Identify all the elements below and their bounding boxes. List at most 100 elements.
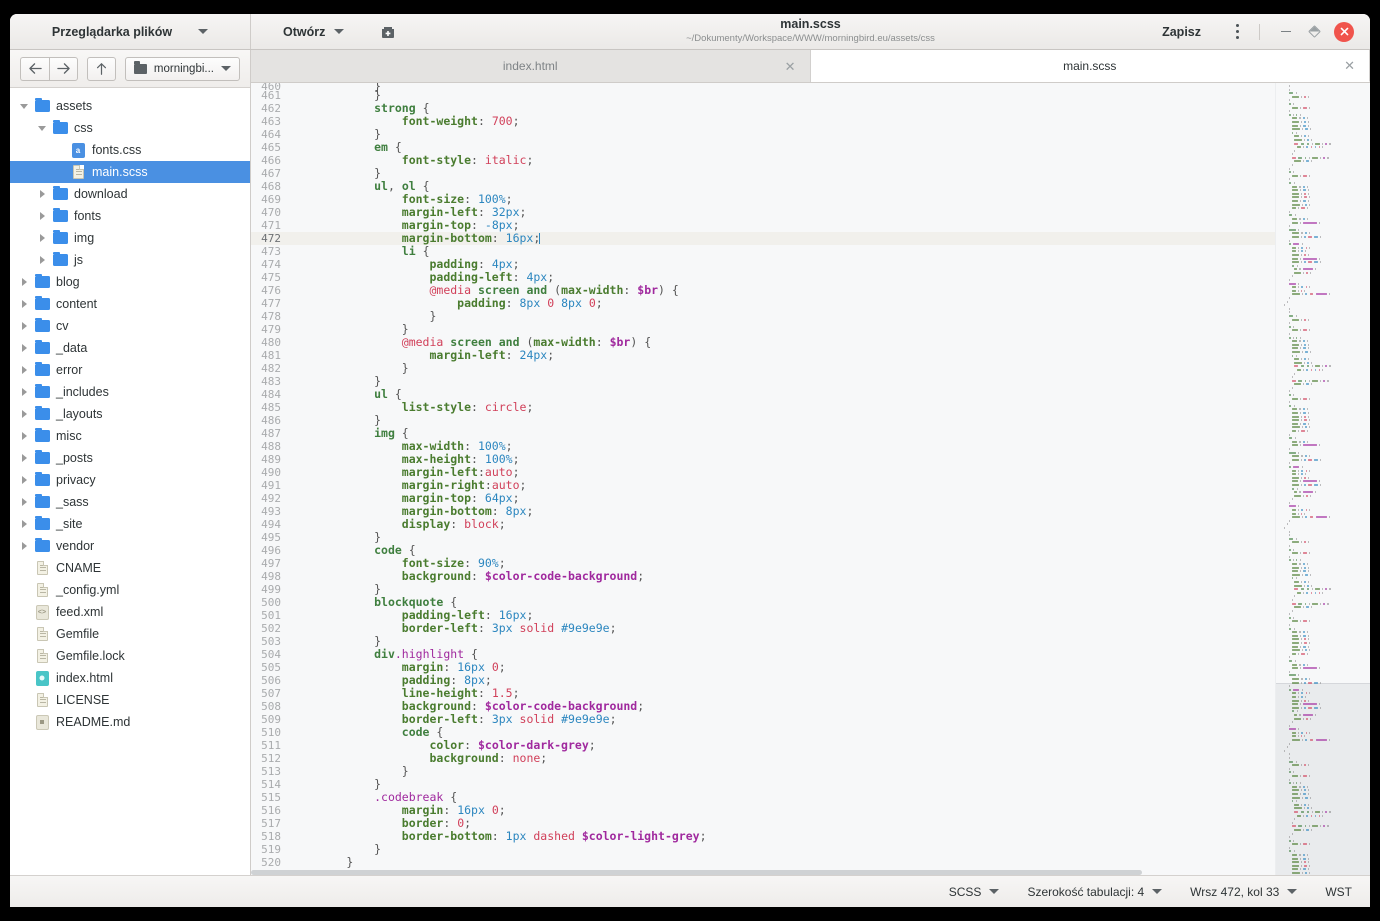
disclosure-triangle-icon[interactable] bbox=[16, 344, 32, 352]
file-tree-item[interactable]: <>feed.xml bbox=[10, 601, 250, 623]
folder-icon bbox=[35, 518, 50, 530]
disclosure-triangle-icon[interactable] bbox=[34, 126, 50, 131]
disclosure-triangle-icon[interactable] bbox=[34, 212, 50, 220]
file-tree-item[interactable]: index.html bbox=[10, 667, 250, 689]
file-tree-item[interactable]: vendor bbox=[10, 535, 250, 557]
folder-icon bbox=[35, 276, 50, 288]
minimap-line bbox=[1282, 290, 1368, 292]
minimap-line bbox=[1282, 311, 1368, 313]
file-tree-item[interactable]: _layouts bbox=[10, 403, 250, 425]
open-button[interactable]: Otwórz bbox=[275, 21, 352, 43]
maximize-icon[interactable] bbox=[1300, 18, 1328, 46]
disclosure-triangle-icon[interactable] bbox=[16, 410, 32, 418]
code-line: 482 } bbox=[251, 362, 1275, 375]
minimap[interactable] bbox=[1275, 83, 1370, 875]
file-tree-item[interactable]: _sass bbox=[10, 491, 250, 513]
minimap-line bbox=[1282, 247, 1368, 249]
language-selector[interactable]: SCSS bbox=[935, 885, 1014, 899]
code-scroll-region[interactable]: 460 }461 }462 strong {463 font-weight: 7… bbox=[251, 83, 1275, 875]
minimap-line bbox=[1282, 735, 1368, 737]
file-tree-item[interactable]: content bbox=[10, 293, 250, 315]
file-tree[interactable]: assetscssafonts.cssmain.scssdownloadfont… bbox=[10, 88, 250, 875]
titlebar-main: Otwórz main.scss ~/Dokumenty/Workspace/W… bbox=[251, 14, 1370, 49]
tab-width-selector[interactable]: Szerokość tabulacji: 4 bbox=[1013, 885, 1176, 899]
chevron-down-icon[interactable] bbox=[198, 29, 208, 34]
file-tree-item[interactable]: css bbox=[10, 117, 250, 139]
editor-tab[interactable]: index.html✕ bbox=[251, 50, 811, 82]
file-tree-item[interactable]: Gemfile bbox=[10, 623, 250, 645]
file-tree-item[interactable]: assets bbox=[10, 95, 250, 117]
file-tree-item[interactable]: error bbox=[10, 359, 250, 381]
file-tree-item[interactable]: _data bbox=[10, 337, 250, 359]
horizontal-scrollbar[interactable] bbox=[251, 870, 1179, 875]
code-content[interactable]: 460 }461 }462 strong {463 font-weight: 7… bbox=[251, 83, 1275, 875]
path-dropdown[interactable]: morningbi... bbox=[125, 57, 240, 81]
disclosure-triangle-icon[interactable] bbox=[16, 278, 32, 286]
file-tree-item[interactable]: _config.yml bbox=[10, 579, 250, 601]
file-tree-item[interactable]: _posts bbox=[10, 447, 250, 469]
close-icon[interactable]: ✕ bbox=[785, 60, 796, 73]
disclosure-triangle-icon[interactable] bbox=[16, 300, 32, 308]
minimap-line bbox=[1282, 365, 1368, 367]
minimize-icon[interactable] bbox=[1272, 18, 1300, 46]
disclosure-triangle-icon[interactable] bbox=[16, 388, 32, 396]
minimap-line bbox=[1282, 498, 1368, 500]
file-tree-item[interactable]: img bbox=[10, 227, 250, 249]
arrow-up-icon[interactable] bbox=[87, 57, 116, 81]
disclosure-triangle-icon[interactable] bbox=[34, 190, 50, 198]
minimap-line bbox=[1282, 308, 1368, 310]
file-tree-item[interactable]: privacy bbox=[10, 469, 250, 491]
line-number: 508 bbox=[251, 700, 291, 713]
divider bbox=[1259, 24, 1260, 40]
file-tree-item[interactable]: README.md bbox=[10, 711, 250, 733]
disclosure-triangle-icon[interactable] bbox=[16, 520, 32, 528]
line-number: 509 bbox=[251, 713, 291, 726]
file-tree-item[interactable]: blog bbox=[10, 271, 250, 293]
arrow-right-icon[interactable] bbox=[49, 57, 78, 81]
file-tree-item[interactable]: download bbox=[10, 183, 250, 205]
file-tree-item[interactable]: misc bbox=[10, 425, 250, 447]
file-tree-item[interactable]: LICENSE bbox=[10, 689, 250, 711]
disclosure-triangle-icon[interactable] bbox=[16, 104, 32, 109]
file-tree-item[interactable]: fonts bbox=[10, 205, 250, 227]
new-document-icon[interactable] bbox=[380, 24, 396, 40]
disclosure-triangle-icon[interactable] bbox=[34, 234, 50, 242]
minimap-line bbox=[1282, 362, 1368, 364]
file-tree-item[interactable]: _includes bbox=[10, 381, 250, 403]
disclosure-triangle-icon[interactable] bbox=[16, 454, 32, 462]
disclosure-triangle-icon[interactable] bbox=[16, 432, 32, 440]
file-tree-item[interactable]: _site bbox=[10, 513, 250, 535]
disclosure-triangle-icon[interactable] bbox=[16, 366, 32, 374]
close-icon[interactable] bbox=[1334, 22, 1354, 42]
close-icon[interactable]: ✕ bbox=[1344, 59, 1355, 72]
save-button[interactable]: Zapisz bbox=[1152, 21, 1211, 43]
line-number: 502 bbox=[251, 622, 291, 635]
minimap-line bbox=[1282, 211, 1368, 213]
line-number: 517 bbox=[251, 817, 291, 830]
file-tree-item[interactable]: CNAME bbox=[10, 557, 250, 579]
encoding-label: WST bbox=[1325, 885, 1352, 899]
disclosure-triangle-icon[interactable] bbox=[16, 476, 32, 484]
disclosure-triangle-icon[interactable] bbox=[34, 256, 50, 264]
file-tree-item-label: privacy bbox=[56, 473, 96, 487]
minimap-line bbox=[1282, 757, 1368, 759]
file-tree-item[interactable]: cv bbox=[10, 315, 250, 337]
arrow-left-icon[interactable] bbox=[20, 57, 49, 81]
code-line: 483 } bbox=[251, 375, 1275, 388]
minimap-line bbox=[1282, 764, 1368, 766]
disclosure-triangle-icon[interactable] bbox=[16, 542, 32, 550]
file-tree-item-label: img bbox=[74, 231, 94, 245]
editor-tab[interactable]: main.scss✕ bbox=[811, 50, 1371, 82]
file-tree-item[interactable]: main.scss bbox=[10, 161, 250, 183]
minimap-line bbox=[1282, 732, 1368, 734]
disclosure-triangle-icon[interactable] bbox=[16, 322, 32, 330]
file-tree-item[interactable]: afonts.css bbox=[10, 139, 250, 161]
vertical-dots-icon[interactable] bbox=[1227, 24, 1247, 39]
file-tree-item[interactable]: Gemfile.lock bbox=[10, 645, 250, 667]
encoding-indicator[interactable]: WST bbox=[1311, 885, 1352, 899]
code-line: 518 border-bottom: 1px dashed $color-lig… bbox=[251, 830, 1275, 843]
disclosure-triangle-icon[interactable] bbox=[16, 498, 32, 506]
cursor-position-selector[interactable]: Wrsz 472, kol 33 bbox=[1176, 885, 1311, 899]
file-tree-item[interactable]: js bbox=[10, 249, 250, 271]
minimap-line bbox=[1282, 168, 1368, 170]
